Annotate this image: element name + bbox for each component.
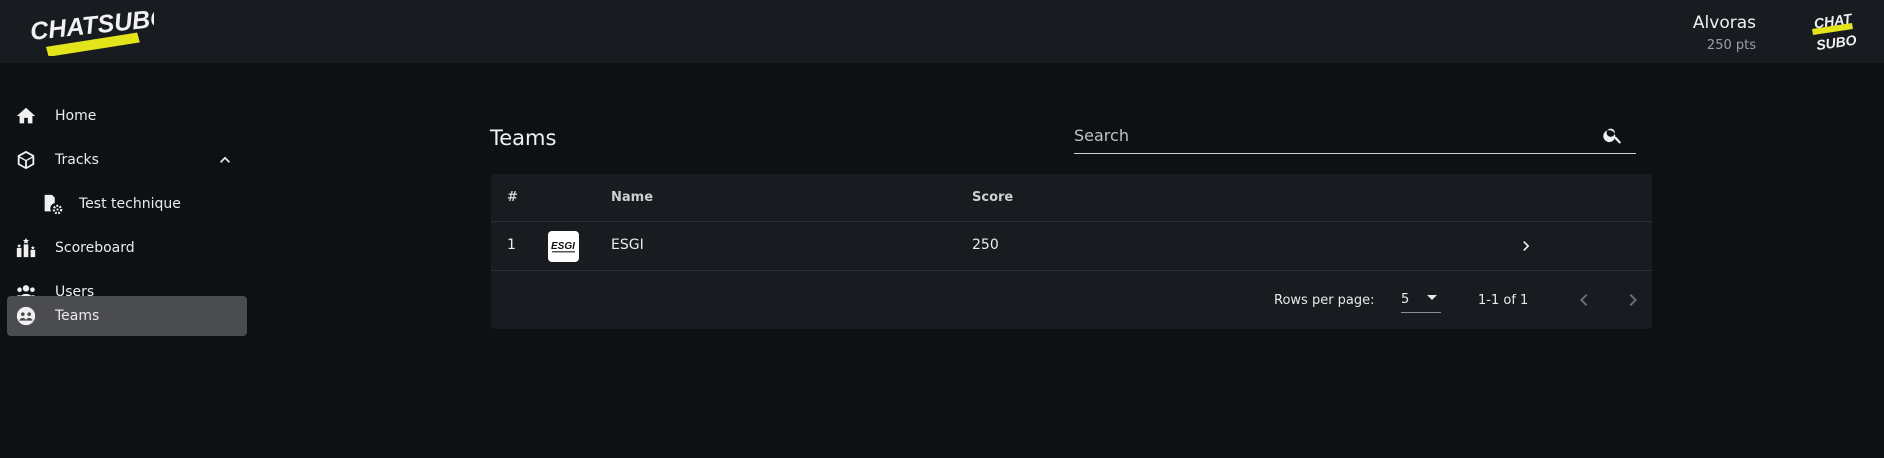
rows-per-page-value: 5	[1401, 292, 1410, 307]
column-header-rank: #	[507, 190, 518, 205]
pagination-range: 1-1 of 1	[1478, 293, 1529, 308]
column-header-name: Name	[611, 190, 654, 205]
sidebar-item-label: Home	[55, 108, 97, 124]
chatsubo-logo[interactable]: CHATSUBO	[28, 6, 154, 56]
table-header: # Name Score	[491, 174, 1652, 222]
team-score: 250	[972, 237, 999, 253]
top-header: CHATSUBO Alvoras 250 pts CHAT SUBO	[0, 0, 1884, 63]
team-rank: 1	[507, 237, 516, 253]
chevron-right-icon[interactable]	[1516, 236, 1536, 256]
sidebar-item-scoreboard[interactable]: Scoreboard	[7, 228, 247, 268]
table-pagination: Rows per page: 5 1-1 of 1	[491, 271, 1652, 329]
user-points: 250 pts	[1706, 38, 1756, 53]
rows-per-page-label: Rows per page:	[1274, 293, 1375, 308]
user-info[interactable]: Alvoras 250 pts	[1693, 12, 1756, 56]
sidebar-item-tracks[interactable]: Tracks	[7, 140, 247, 180]
chevron-up-icon[interactable]	[215, 150, 235, 170]
team-logo: ESGI	[548, 231, 579, 262]
sidebar-item-label: Scoreboard	[55, 240, 135, 256]
teams-table: # Name Score 1 ESGI ESGI 250 Rows per pa…	[491, 174, 1652, 329]
esgi-logo-icon: ESGI	[551, 241, 575, 252]
search-icon[interactable]	[1602, 124, 1624, 146]
scoreboard-icon	[16, 237, 36, 258]
sidebar-item-test-technique[interactable]: Test technique	[7, 184, 247, 224]
sidebar-item-home[interactable]: Home	[7, 96, 247, 136]
sidebar-item-label: Test technique	[79, 196, 181, 212]
team-name: ESGI	[611, 237, 644, 253]
cube-icon	[17, 150, 35, 170]
teams-icon	[16, 306, 36, 326]
challenge-settings-icon	[44, 194, 63, 215]
table-row[interactable]: 1 ESGI ESGI 250	[491, 222, 1652, 271]
sidebar-item-label: Tracks	[55, 152, 99, 168]
page-title: Teams	[490, 126, 557, 150]
previous-page-button[interactable]	[1572, 288, 1596, 312]
user-avatar[interactable]: CHAT SUBO	[1808, 10, 1856, 54]
search-box	[1074, 118, 1636, 154]
rows-per-page-select[interactable]: 5	[1401, 285, 1441, 313]
sidebar-item-teams[interactable]: Teams	[7, 296, 247, 336]
svg-text:ESGI: ESGI	[551, 241, 575, 252]
search-input[interactable]	[1074, 122, 1594, 148]
svg-text:SUBO: SUBO	[1815, 32, 1856, 53]
next-page-button[interactable]	[1621, 288, 1645, 312]
home-icon	[16, 107, 36, 124]
sidebar-item-label: Teams	[55, 308, 100, 324]
user-name: Alvoras	[1692, 13, 1756, 33]
caret-down-icon	[1427, 295, 1437, 300]
column-header-score: Score	[972, 190, 1014, 205]
